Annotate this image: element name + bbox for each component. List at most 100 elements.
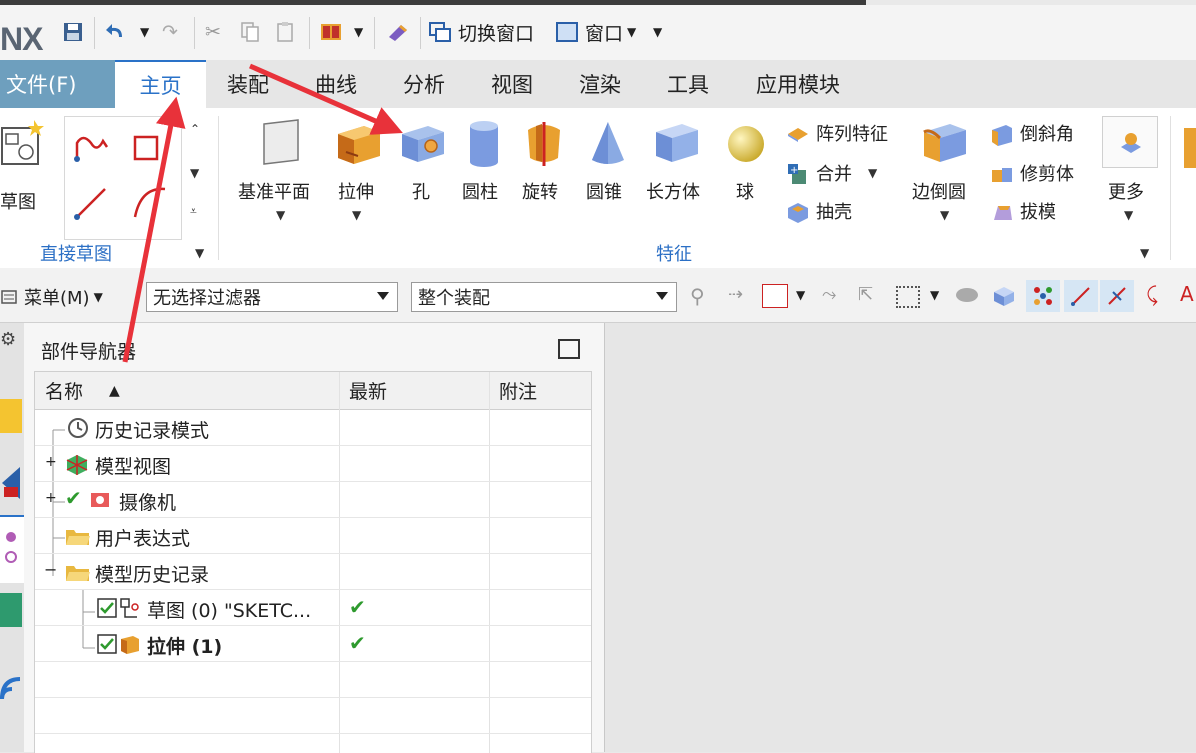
curve-rule-icon[interactable]: ⤳ [822, 284, 836, 305]
tab-render[interactable]: 渲染 [562, 60, 638, 108]
save-icon[interactable] [62, 17, 84, 47]
rectangle-icon[interactable] [131, 131, 161, 163]
revolve-button[interactable]: 旋转 [520, 112, 568, 212]
trim-body-button[interactable]: 修剪体 [990, 160, 1090, 188]
checkbox-checked-icon[interactable] [97, 634, 117, 654]
arc-center-icon[interactable]: A [1180, 282, 1194, 306]
sketch-label: 草图 [0, 192, 36, 213]
book-dropdown-icon[interactable]: ▼ [354, 17, 363, 47]
part-navigator-tab[interactable] [0, 515, 24, 583]
feature-group-more-icon[interactable]: ▼ [1140, 246, 1149, 260]
constraint-navigator-icon[interactable] [0, 463, 22, 501]
tree-row-label: 拉伸 (1) [147, 636, 223, 658]
undo-icon[interactable] [104, 17, 128, 47]
face-rule-icon[interactable]: ⇱ [858, 284, 873, 305]
tab-assembly[interactable]: 装配 [210, 60, 286, 108]
paste-icon[interactable] [276, 17, 296, 47]
gallery-expand-icon[interactable]: ⩡ [190, 204, 197, 219]
tab-application[interactable]: 应用模块 [738, 60, 858, 108]
tab-file[interactable]: 文件(F) [0, 60, 115, 108]
edge-blend-icon [923, 124, 966, 162]
touch-mode-icon[interactable] [386, 17, 410, 47]
tree-row-history-mode[interactable]: 历史记录模式 [35, 410, 591, 446]
switch-window-button[interactable]: 切换窗口 [428, 17, 534, 47]
sphere-button[interactable]: 球 [722, 112, 770, 212]
hole-button[interactable]: 孔 [396, 112, 450, 212]
reuse-library-icon[interactable] [0, 593, 22, 627]
extrude-button[interactable]: 拉伸 ▼ [332, 112, 384, 228]
menu-dropdown-icon: ▼ [93, 290, 103, 304]
undo-dropdown-icon[interactable]: ▼ [140, 17, 149, 47]
redo-icon[interactable]: ↷ [162, 17, 178, 47]
rectangle-select-icon[interactable] [896, 286, 920, 308]
column-header-latest[interactable]: 最新 [339, 372, 489, 410]
chamfer-icon [992, 125, 1012, 146]
column-header-name[interactable]: 名称 ▲ [35, 372, 339, 410]
tree-row-user-expressions[interactable]: 用户表达式 [35, 518, 591, 554]
gallery-scroll-up-icon[interactable]: ⌃ [190, 122, 200, 136]
shell-button[interactable]: 抽壳 [786, 198, 876, 226]
more-button[interactable]: 更多 ▼ [1102, 116, 1158, 228]
tree-row-cameras[interactable]: + ✔ 摄像机 [35, 482, 591, 518]
tab-tools[interactable]: 工具 [650, 60, 726, 108]
profile-icon[interactable] [73, 131, 111, 165]
pattern-feature-button[interactable]: 阵列特征 [786, 120, 902, 148]
snap-point-active-button[interactable] [1026, 280, 1060, 312]
mid-point-button[interactable] [1100, 280, 1134, 312]
general-object-icon[interactable]: ⚲ [690, 284, 705, 308]
selection-scope-select[interactable]: 整个装配 [411, 282, 677, 312]
cylinder-button[interactable]: 圆柱 [460, 112, 508, 212]
datum-plane-button[interactable]: 基准平面 ▼ [236, 112, 326, 228]
cone-button[interactable]: 圆锥 [584, 112, 632, 212]
tree-row-sketch[interactable]: 草图 (0) "SKETC... ✔ [35, 590, 591, 626]
view-triad-icon[interactable] [956, 288, 978, 302]
book-icon[interactable] [319, 17, 343, 47]
web-browser-icon[interactable] [0, 669, 22, 707]
chamfer-button[interactable]: 倒斜角 [990, 120, 1090, 148]
arc-icon[interactable] [131, 183, 169, 223]
column-header-notes[interactable]: 附注 [489, 372, 591, 410]
copy-icon[interactable] [240, 17, 260, 47]
snap-point-icon[interactable] [762, 284, 788, 308]
clock-icon [68, 418, 88, 438]
collapse-minus-icon[interactable]: − [44, 560, 57, 579]
expand-plus-icon[interactable]: + [45, 454, 57, 470]
cut-icon[interactable]: ✂ [205, 17, 221, 47]
edge-blend-button[interactable]: 边倒圆 ▼ [910, 112, 980, 228]
tree-row-model-history[interactable]: − 模型历史记录 [35, 554, 591, 590]
tab-view[interactable]: 视图 [474, 60, 550, 108]
gear-icon[interactable]: ⚙ [0, 329, 16, 350]
column-name-label: 名称 [45, 381, 84, 403]
curve-point-icon[interactable]: ⤹ [1146, 282, 1158, 306]
unite-button[interactable]: + 合并 ▼ [786, 160, 886, 188]
end-point-button[interactable] [1064, 280, 1098, 312]
direct-sketch-group-more-icon[interactable]: ▼ [195, 246, 204, 260]
unite-icon: + [788, 164, 806, 184]
menu-button[interactable]: 菜单(M) ▼ [0, 284, 103, 310]
assembly-navigator-icon[interactable] [0, 399, 22, 433]
tab-curve[interactable]: 曲线 [298, 60, 374, 108]
block-button[interactable]: 长方体 [644, 112, 712, 212]
maximize-icon[interactable] [558, 339, 580, 359]
snap-dropdown-icon[interactable]: ▼ [796, 288, 805, 302]
line-icon[interactable] [73, 183, 111, 223]
sketch-button[interactable]: 草图 [0, 118, 48, 213]
solid-body-icon[interactable] [992, 284, 1016, 308]
customize-toolbar-icon[interactable]: ▼ [653, 17, 662, 47]
allow-selection-icon[interactable]: ⇢ [728, 284, 743, 305]
tree-row-model-views[interactable]: + 模型视图 [35, 446, 591, 482]
gallery-scroll-down-icon[interactable]: ▼ [190, 166, 199, 180]
window-button[interactable]: 窗口 ▼ [555, 17, 636, 47]
draft-button[interactable]: 拔模 [990, 198, 1090, 226]
rectangle-select-dropdown-icon[interactable]: ▼ [930, 288, 939, 302]
tab-home[interactable]: 主页 [115, 60, 206, 108]
cone-icon [592, 122, 624, 164]
graphics-viewport[interactable] [605, 323, 1196, 752]
column-notes-label: 附注 [499, 381, 538, 403]
tab-analysis[interactable]: 分析 [386, 60, 462, 108]
expand-plus-icon[interactable]: + [45, 490, 57, 506]
checkbox-checked-icon[interactable] [97, 598, 117, 618]
tree-row-label: 模型历史记录 [95, 564, 210, 586]
tree-row-extrude[interactable]: 拉伸 (1) ✔ [35, 626, 591, 662]
type-filter-select[interactable]: 无选择过滤器 [146, 282, 398, 312]
